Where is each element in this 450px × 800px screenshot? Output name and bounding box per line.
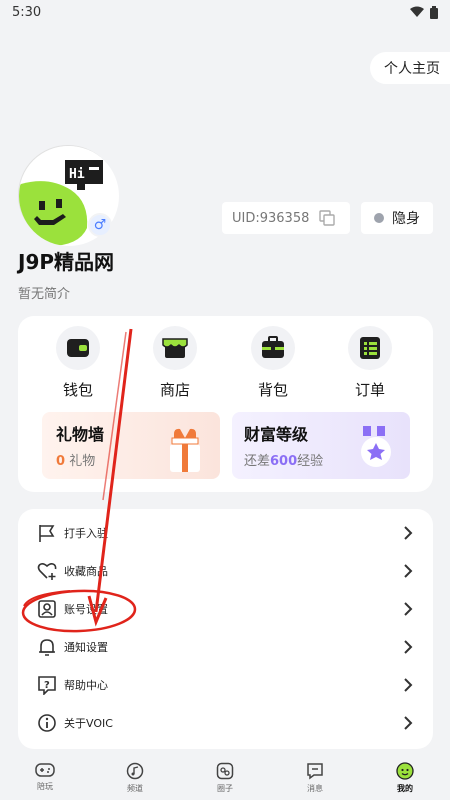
quick-label-order: 订单 <box>354 381 385 399</box>
tab-label: 圈子 <box>217 784 233 793</box>
wealth-level-card[interactable]: 财富等级 还差600经验 <box>232 412 410 479</box>
tab-label: 我的 <box>397 784 413 793</box>
uid-chip[interactable]: UID:936358 <box>222 202 350 234</box>
chevron-right-icon <box>404 564 413 578</box>
svg-text:Hi: Hi <box>69 167 85 182</box>
wealth-prefix: 还差 <box>244 454 271 469</box>
account-icon <box>38 600 56 618</box>
chevron-right-icon <box>404 526 413 540</box>
status-icons <box>410 5 438 19</box>
tab-label: 频道 <box>127 784 143 793</box>
quick-actions-card: 钱包 商店 背包 订单 礼物墙 0 礼物 财富等级 还差600经验 <box>18 316 433 492</box>
menu-label: 关于VOIC <box>64 717 113 730</box>
menu-item-about[interactable]: 关于VOIC <box>18 704 433 742</box>
stealth-button[interactable]: 隐身 <box>361 202 433 234</box>
profile-home-button[interactable]: 个人主页 <box>370 52 450 84</box>
gift-count: 0 <box>56 454 66 469</box>
gift-icon <box>170 428 200 472</box>
uid-text: UID:936358 <box>232 210 310 226</box>
menu-label: 收藏商品 <box>64 565 108 578</box>
battery-icon <box>430 5 438 19</box>
smile-icon <box>396 762 414 780</box>
quick-item-order[interactable]: 订单 <box>335 326 405 400</box>
quick-label-backpack: 背包 <box>257 381 288 399</box>
chevron-right-icon <box>404 716 413 730</box>
gamepad-icon <box>35 763 55 777</box>
quick-item-shop[interactable]: 商店 <box>140 326 210 400</box>
tab-messages[interactable]: 消息 <box>270 756 360 800</box>
wifi-icon <box>410 6 424 17</box>
wealth-level-title: 财富等级 <box>244 425 309 444</box>
menu-item-favorites[interactable]: 收藏商品 <box>18 552 433 590</box>
bell-icon <box>39 639 55 656</box>
status-time: 5:30 <box>12 4 42 20</box>
menu-label: 帮助中心 <box>64 679 108 692</box>
tab-play[interactable]: 陪玩 <box>0 756 90 800</box>
wealth-value: 600 <box>270 454 298 469</box>
chevron-right-icon <box>404 602 413 616</box>
tab-label: 消息 <box>307 784 323 793</box>
quick-label-shop: 商店 <box>159 381 190 399</box>
music-icon <box>126 762 144 780</box>
wealth-suffix: 经验 <box>297 454 324 469</box>
quick-label-wallet: 钱包 <box>62 381 93 399</box>
stealth-status-dot <box>374 213 384 223</box>
gift-wall-title: 礼物墙 <box>56 425 105 444</box>
username: J9P精品网 <box>18 250 115 274</box>
gift-wall-card[interactable]: 礼物墙 0 礼物 <box>42 412 220 479</box>
info-icon <box>38 714 56 732</box>
flag-icon <box>39 525 55 542</box>
heart-plus-icon <box>37 562 57 580</box>
help-icon: ? <box>38 676 56 695</box>
menu-label: 账号设置 <box>64 603 108 616</box>
gender-male-icon: ♂ <box>88 213 112 237</box>
quick-item-wallet[interactable]: 钱包 <box>43 326 113 400</box>
message-icon <box>307 763 323 780</box>
gift-wall-subtitle: 0 礼物 <box>56 450 95 469</box>
medal-icon <box>361 426 391 467</box>
gift-unit: 礼物 <box>69 454 96 469</box>
bio[interactable]: 暂无简介 <box>18 283 70 302</box>
menu-item-join[interactable]: 打手入驻 <box>18 514 433 552</box>
chevron-right-icon <box>404 678 413 692</box>
circle-icon <box>216 762 234 780</box>
copy-icon[interactable] <box>319 210 336 226</box>
quick-item-backpack[interactable]: 背包 <box>238 326 308 400</box>
tab-circle[interactable]: 圈子 <box>180 756 270 800</box>
status-bar: 5:30 <box>0 0 450 24</box>
menu-label: 通知设置 <box>64 641 108 654</box>
backpack-icon <box>262 336 284 358</box>
menu-item-help-center[interactable]: ? 帮助中心 <box>18 666 433 704</box>
wealth-level-subtitle: 还差600经验 <box>244 450 323 469</box>
menu-item-account-settings[interactable]: 账号设置 <box>18 590 433 628</box>
menu-item-notification-settings[interactable]: 通知设置 <box>18 628 433 666</box>
menu-card: 打手入驻 收藏商品 账号设置 通知设置 ? 帮助中心 关于VOIC <box>18 509 433 749</box>
tab-label: 陪玩 <box>37 782 53 791</box>
menu-label: 打手入驻 <box>64 527 108 540</box>
tab-channel[interactable]: 频道 <box>90 756 180 800</box>
stealth-label: 隐身 <box>392 211 420 227</box>
tab-mine[interactable]: 我的 <box>360 756 450 800</box>
order-icon <box>360 337 380 359</box>
bottom-tab-bar: 陪玩 频道 圈子 消息 我的 <box>0 756 450 800</box>
wallet-icon <box>67 339 89 357</box>
svg-text:?: ? <box>44 680 50 691</box>
shop-icon <box>162 338 188 358</box>
chevron-right-icon <box>404 640 413 654</box>
